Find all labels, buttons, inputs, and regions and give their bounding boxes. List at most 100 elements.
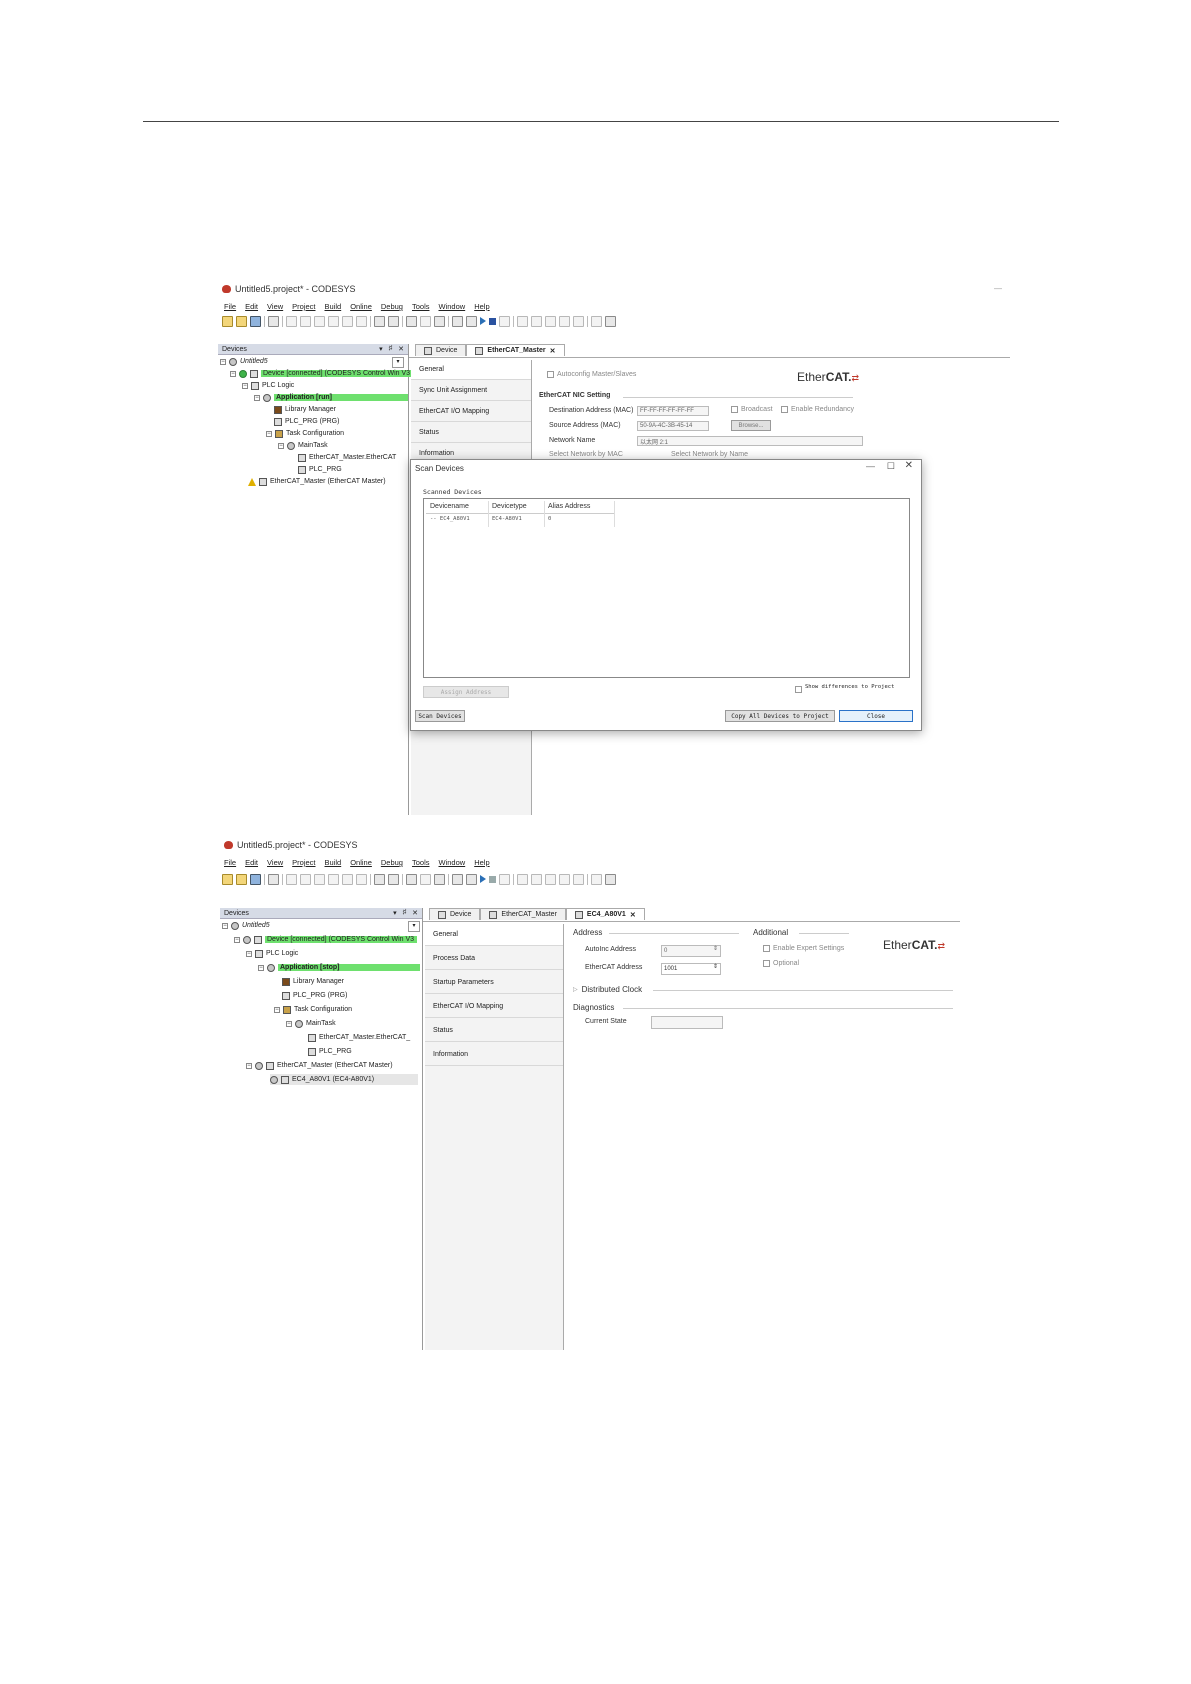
step-into-icon[interactable] bbox=[531, 873, 542, 885]
menu-edit[interactable]: Edit bbox=[245, 302, 258, 311]
expert-settings-checkbox[interactable] bbox=[763, 945, 770, 952]
write-values-icon[interactable] bbox=[591, 315, 602, 327]
dialog-maximize-icon[interactable]: ☐ bbox=[887, 461, 895, 472]
tab-device[interactable]: Device bbox=[415, 344, 467, 356]
optional-option[interactable]: Optional bbox=[763, 960, 799, 967]
side-tab-information[interactable]: Information bbox=[425, 1044, 563, 1066]
tree-node-plc-prg-call[interactable]: PLC_PRG bbox=[308, 1046, 352, 1057]
tree-node-task-configuration[interactable]: − Task Configuration bbox=[266, 428, 344, 439]
tree-node-ethercat-task-call[interactable]: EtherCAT_Master.EtherCAT_ bbox=[308, 1032, 410, 1043]
collapse-icon[interactable]: − bbox=[230, 370, 236, 377]
reset-icon[interactable] bbox=[499, 873, 510, 885]
expand-arrow-icon[interactable]: ▷ bbox=[573, 986, 578, 993]
source-mac-field[interactable]: 50-9A-4C-3B-45-14 bbox=[637, 421, 709, 431]
menu-online[interactable]: Online bbox=[350, 302, 372, 311]
logout-icon[interactable] bbox=[466, 315, 477, 327]
copy-all-devices-button[interactable]: Copy All Devices to Project bbox=[725, 710, 835, 722]
autoconfig-option[interactable]: Autoconfig Master/Slaves bbox=[547, 371, 636, 378]
dest-mac-field[interactable]: FF-FF-FF-FF-FF-FF bbox=[637, 406, 709, 416]
autoinc-address-field[interactable]: 0 bbox=[661, 945, 721, 957]
menu-project[interactable]: Project bbox=[292, 858, 315, 867]
distributed-clock-expander[interactable]: ▷ Distributed Clock bbox=[573, 985, 642, 994]
tree-node-plc-prg-call[interactable]: PLC_PRG bbox=[298, 464, 342, 475]
tree-node-maintask[interactable]: − MainTask bbox=[278, 440, 328, 451]
menu-tools[interactable]: Tools bbox=[412, 858, 430, 867]
add-object-icon[interactable] bbox=[420, 873, 431, 885]
minimize-icon[interactable]: — bbox=[994, 284, 1002, 293]
menu-window[interactable]: Window bbox=[439, 858, 466, 867]
tab-ec4-a80v1[interactable]: EC4_A80V1 ✕ bbox=[565, 908, 645, 920]
network-name-field[interactable]: 以太网 2:1 bbox=[637, 436, 863, 446]
run-icon[interactable] bbox=[480, 317, 486, 325]
panel-close-icon[interactable]: ✕ bbox=[398, 345, 404, 353]
logout-icon[interactable] bbox=[466, 873, 477, 885]
add-object-icon[interactable] bbox=[420, 315, 431, 327]
collapse-icon[interactable]: − bbox=[258, 964, 264, 971]
menu-view[interactable]: View bbox=[267, 302, 283, 311]
show-differences-option[interactable]: Show differences to Project bbox=[795, 684, 905, 693]
menu-project[interactable]: Project bbox=[292, 302, 315, 311]
select-by-name-radio[interactable]: Select Network by Name bbox=[671, 451, 748, 458]
open-project-icon[interactable] bbox=[236, 315, 247, 327]
step-over-icon[interactable] bbox=[517, 315, 528, 327]
tree-node-library-manager[interactable]: Library Manager bbox=[282, 976, 344, 987]
stop-icon[interactable] bbox=[489, 317, 496, 325]
panel-close-icon[interactable]: ✕ bbox=[412, 909, 418, 917]
paste-icon[interactable] bbox=[342, 315, 353, 327]
select-all-icon[interactable] bbox=[406, 873, 417, 885]
undo-icon[interactable] bbox=[286, 315, 297, 327]
replace-icon[interactable] bbox=[388, 315, 399, 327]
redo-icon[interactable] bbox=[300, 315, 311, 327]
step-out-icon[interactable] bbox=[545, 873, 556, 885]
run-to-cursor-icon[interactable] bbox=[559, 873, 570, 885]
new-project-icon[interactable] bbox=[222, 315, 233, 327]
menu-help[interactable]: Help bbox=[474, 858, 489, 867]
broadcast-checkbox[interactable] bbox=[731, 406, 738, 413]
select-by-mac-radio[interactable]: Select Network by MAC bbox=[549, 451, 623, 458]
panel-dropdown-icon[interactable]: ▾ bbox=[393, 909, 397, 917]
menu-debug[interactable]: Debug bbox=[381, 302, 403, 311]
find-icon[interactable] bbox=[374, 315, 385, 327]
collapse-icon[interactable]: − bbox=[246, 950, 252, 957]
tree-node-library-manager[interactable]: Library Manager bbox=[274, 404, 336, 415]
redundancy-option[interactable]: Enable Redundancy bbox=[781, 406, 854, 413]
write-values-icon[interactable] bbox=[591, 873, 602, 885]
find-icon[interactable] bbox=[374, 873, 385, 885]
redundancy-checkbox[interactable] bbox=[781, 406, 788, 413]
paste-icon[interactable] bbox=[342, 873, 353, 885]
breakpoint-icon[interactable] bbox=[573, 873, 584, 885]
step-into-icon[interactable] bbox=[531, 315, 542, 327]
menu-debug[interactable]: Debug bbox=[381, 858, 403, 867]
undo-icon[interactable] bbox=[286, 873, 297, 885]
spinner-icon[interactable]: ⇕ bbox=[713, 945, 718, 952]
tree-dropdown-icon[interactable]: ▾ bbox=[392, 357, 404, 368]
broadcast-option[interactable]: Broadcast bbox=[731, 406, 773, 413]
collapse-icon[interactable]: − bbox=[220, 358, 226, 365]
tree-node-ethercat-task-call[interactable]: EtherCAT_Master.EtherCAT bbox=[298, 452, 396, 463]
menu-view[interactable]: View bbox=[267, 858, 283, 867]
print-icon[interactable] bbox=[268, 873, 279, 885]
tree-node-project[interactable]: − Untitled5 bbox=[222, 920, 270, 931]
menu-build[interactable]: Build bbox=[325, 858, 342, 867]
select-all-icon[interactable] bbox=[406, 315, 417, 327]
tree-node-device[interactable]: − Device [connected] (CODESYS Control Wi… bbox=[230, 368, 413, 379]
tree-node-ethercat-master[interactable]: − EtherCAT_Master (EtherCAT Master) bbox=[246, 1060, 393, 1071]
tree-node-plc-logic[interactable]: − PLC Logic bbox=[242, 380, 294, 391]
tab-device[interactable]: Device bbox=[429, 908, 481, 920]
autoconfig-checkbox[interactable] bbox=[547, 371, 554, 378]
print-icon[interactable] bbox=[268, 315, 279, 327]
side-tab-sync-unit[interactable]: Sync Unit Assignment bbox=[411, 381, 531, 401]
tab-close-icon[interactable]: ✕ bbox=[630, 911, 636, 919]
browse-button[interactable]: Browse... bbox=[731, 420, 771, 431]
save-icon[interactable] bbox=[250, 315, 261, 327]
redo-icon[interactable] bbox=[300, 873, 311, 885]
optional-checkbox[interactable] bbox=[763, 960, 770, 967]
panel-dropdown-icon[interactable]: ▾ bbox=[379, 345, 383, 353]
dialog-close-icon[interactable]: ✕ bbox=[905, 460, 913, 471]
login-icon[interactable] bbox=[452, 315, 463, 327]
delete-icon[interactable] bbox=[356, 873, 367, 885]
stop-icon[interactable] bbox=[489, 875, 496, 883]
side-tab-process-data[interactable]: Process Data bbox=[425, 948, 563, 970]
collapse-icon[interactable]: − bbox=[254, 394, 260, 401]
scan-devices-button[interactable]: Scan Devices bbox=[415, 710, 465, 722]
